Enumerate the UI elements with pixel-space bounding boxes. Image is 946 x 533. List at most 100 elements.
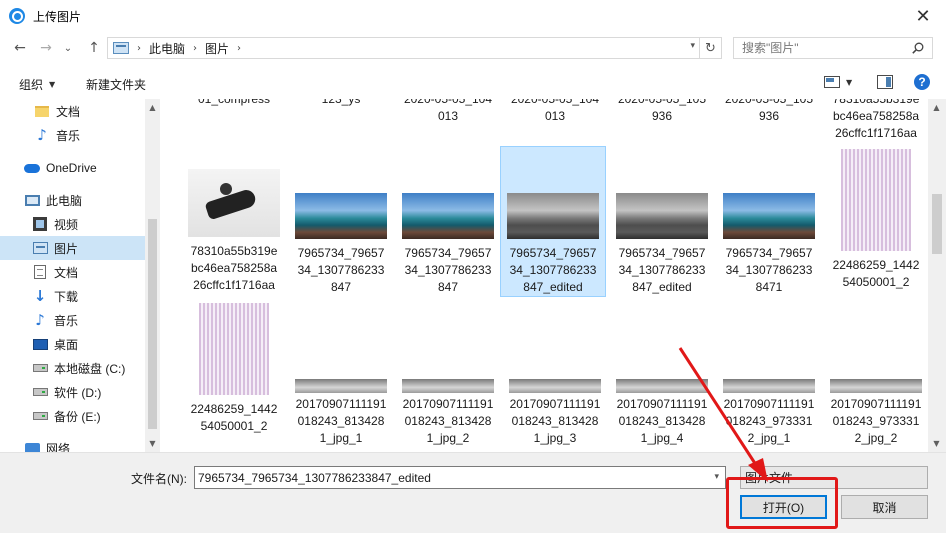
file-name: 7965734_79657 34_1307786233 847 [404, 246, 492, 294]
file-list: 01_compress 123_ys 2020-05-05_104 013 20… [162, 99, 928, 452]
file-item[interactable]: 78310a55b319e bc46ea758258a 26cffc1f1716… [182, 169, 286, 294]
sidebar-item-label: 文档 [54, 265, 79, 280]
file-item[interactable]: 20170907111191 018243_813428 1_jpg_2 [396, 379, 500, 447]
sidebar-item-pictures[interactable]: 图片 [0, 236, 145, 260]
file-item[interactable]: 7965734_79657 34_1307786233 8471 [717, 193, 821, 296]
filename-label: 文件名(N): [131, 472, 187, 486]
sidebar-item-documents[interactable]: 文档 [0, 260, 145, 284]
sidebar-item-label: 下载 [54, 289, 79, 304]
file-item[interactable]: 78310a55b319e bc46ea758258a 26cffc1f1716… [824, 99, 928, 142]
file-item[interactable]: 22486259_1442 54050001_2 [182, 303, 286, 435]
scroll-up-icon[interactable]: ▲ [928, 99, 945, 116]
breadcrumb-pictures[interactable]: 图片 [205, 40, 229, 57]
content-scroll-thumb[interactable] [932, 194, 942, 254]
forward-button[interactable]: → [34, 36, 58, 60]
sidebar-item-desktop[interactable]: 桌面 [0, 332, 145, 356]
file-item[interactable]: 2020-05-05_105 936 [717, 99, 821, 125]
file-item[interactable]: 2020-05-05_105 936 [610, 99, 714, 125]
sidebar-scroll-thumb[interactable] [148, 219, 157, 429]
breadcrumb-separator-icon[interactable]: › [237, 43, 241, 54]
breadcrumb-separator-icon[interactable]: › [137, 43, 141, 54]
filename-field[interactable]: 7965734_7965734_1307786233847_edited ▾ [194, 466, 726, 489]
search-icon[interactable] [912, 42, 924, 54]
sidebar-scrollbar[interactable]: ▲ ▼ [145, 99, 160, 452]
sidebar-item-documents-quick[interactable]: 文档 [0, 99, 145, 123]
preview-pane-button[interactable] [877, 75, 893, 89]
file-item[interactable]: 7965734_79657 34_1307786233 847 [396, 193, 500, 296]
strip-image-thumbnail [830, 379, 922, 393]
recent-locations-button[interactable]: ⌄ [56, 36, 80, 60]
sidebar-item-videos[interactable]: 视频 [0, 212, 145, 236]
file-name: 20170907111191 018243_973331 2_jpg_2 [830, 397, 922, 445]
file-name: 20170907111191 018243_813428 1_jpg_1 [295, 397, 387, 445]
breadcrumb-this-pc[interactable]: 此电脑 [149, 40, 185, 57]
organize-button[interactable]: 组织 ▼ [19, 76, 55, 93]
striped-image-thumbnail [199, 303, 269, 395]
sidebar-item-music-quick[interactable]: ♪ 音乐 [0, 123, 145, 147]
grayscale-seascape-thumbnail [616, 193, 708, 239]
content-scrollbar[interactable]: ▲ ▼ [928, 99, 946, 452]
file-item[interactable]: 20170907111191 018243_813428 1_jpg_3 [503, 379, 607, 447]
file-item-selected[interactable]: 7965734_79657 34_1307786233 847_edited [500, 146, 606, 297]
sidebar-item-label: 此电脑 [46, 193, 83, 208]
search-box[interactable] [733, 37, 933, 59]
file-item[interactable]: 2020-05-05_104 013 [503, 99, 607, 125]
file-name: 78310a55b319e bc46ea758258a 26cffc1f1716… [832, 99, 920, 140]
file-item[interactable]: 22486259_1442 54050001_2 [824, 149, 928, 291]
help-icon: ? [914, 74, 930, 90]
file-item[interactable]: 7965734_79657 34_1307786233 847 [289, 193, 393, 296]
sidebar-item-label: 文档 [56, 104, 81, 119]
file-name: 7965734_79657 34_1307786233 8471 [725, 246, 813, 294]
address-dropdown-icon[interactable]: ▾ [690, 41, 695, 51]
sidebar-item-this-pc[interactable]: 此电脑 [0, 188, 145, 212]
sidebar-item-onedrive[interactable]: OneDrive [0, 156, 145, 180]
sidebar-item-label: 软件 (D:) [54, 385, 102, 400]
new-folder-button[interactable]: 新建文件夹 [86, 76, 146, 93]
disk-icon [32, 384, 48, 400]
sidebar-item-label: 图片 [54, 241, 79, 256]
file-name: 22486259_1442 54050001_2 [190, 402, 278, 433]
file-name: 2020-05-05_105 936 [724, 99, 814, 123]
sidebar-item-drive-d[interactable]: 软件 (D:) [0, 380, 145, 404]
back-button[interactable]: ← [8, 36, 32, 60]
sidebar-item-label: 网络 [46, 441, 71, 453]
new-folder-label: 新建文件夹 [86, 78, 147, 92]
file-item[interactable]: 7965734_79657 34_1307786233 847_edited [610, 193, 714, 296]
file-name: 78310a55b319e bc46ea758258a 26cffc1f1716… [190, 244, 278, 292]
file-item[interactable]: 20170907111191 018243_813428 1_jpg_1 [289, 379, 393, 447]
file-item[interactable]: 123_ys [289, 99, 393, 108]
sidebar-item-drive-e[interactable]: 备份 (E:) [0, 404, 145, 428]
seascape-thumbnail [723, 193, 815, 239]
scroll-down-icon[interactable]: ▼ [928, 435, 945, 452]
sidebar-item-downloads[interactable]: ↓ 下载 [0, 284, 145, 308]
file-name: 01_compress [197, 99, 271, 106]
file-name: 20170907111191 018243_813428 1_jpg_3 [509, 397, 601, 445]
scroll-up-icon[interactable]: ▲ [144, 99, 160, 116]
cancel-button[interactable]: 取消 [841, 495, 928, 519]
file-item[interactable]: 2020-05-05_104 013 [396, 99, 500, 125]
change-view-button[interactable]: ▼ [824, 76, 852, 88]
preview-pane-icon [877, 75, 893, 89]
file-name: 2020-05-05_104 013 [403, 99, 493, 123]
command-toolbar: 组织 ▼ 新建文件夹 ▼ ? [0, 68, 946, 98]
sidebar-item-label: 音乐 [56, 128, 81, 143]
scroll-down-icon[interactable]: ▼ [144, 435, 160, 452]
file-item[interactable]: 01_compress [182, 99, 286, 108]
search-input[interactable] [742, 41, 902, 55]
headset-thumbnail [188, 169, 280, 237]
close-button[interactable]: ✕ [900, 0, 946, 32]
title-bar: 上传图片 ✕ [0, 0, 946, 32]
file-item[interactable]: 20170907111191 018243_973331 2_jpg_2 [824, 379, 928, 447]
navigation-bar: ← → ⌄ ↑ › 此电脑 › 图片 › ▾ ↻ [0, 32, 946, 64]
pictures-location-icon [113, 42, 129, 54]
up-button[interactable]: ↑ [82, 36, 106, 60]
folder-icon [34, 103, 50, 119]
help-button[interactable]: ? [914, 74, 930, 90]
breadcrumb-separator-icon[interactable]: › [193, 43, 197, 54]
refresh-button[interactable]: ↻ [700, 37, 722, 59]
sidebar-item-network[interactable]: 网络 [0, 436, 145, 452]
address-bar[interactable]: › 此电脑 › 图片 › ▾ [107, 37, 700, 59]
filename-value[interactable]: 7965734_7965734_1307786233847_edited [198, 471, 431, 485]
sidebar-item-drive-c[interactable]: 本地磁盘 (C:) [0, 356, 145, 380]
sidebar-item-music[interactable]: ♪ 音乐 [0, 308, 145, 332]
